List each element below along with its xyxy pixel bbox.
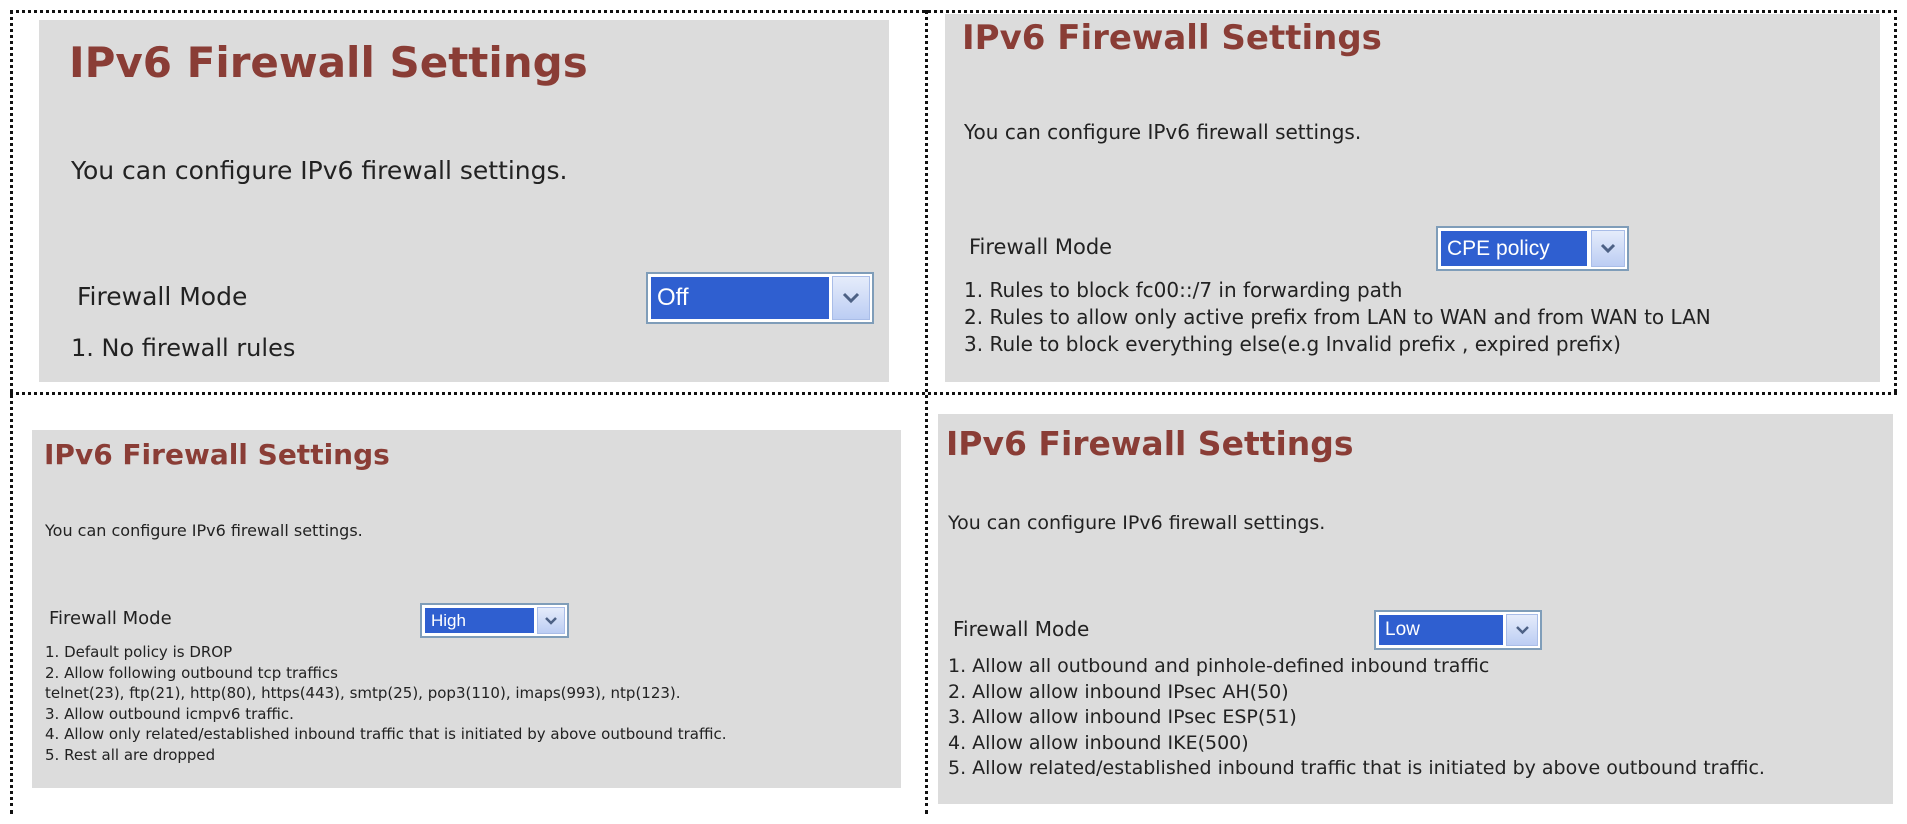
divider-middle (10, 392, 1897, 395)
firewall-mode-select[interactable]: Low (1374, 610, 1542, 650)
rule-line: telnet(23), ftp(21), http(80), https(443… (45, 684, 681, 702)
firewall-mode-label: Firewall Mode (969, 235, 1113, 259)
rule-line: 3. Allow outbound icmpv6 traffic. (45, 704, 294, 723)
firewall-rules: 1. Rules to block fc00::/7 in forwarding… (964, 277, 1711, 358)
firewall-mode-label: Firewall Mode (77, 282, 248, 311)
rule-line: 2. Allow following outbound tcp traffics (45, 663, 338, 682)
firewall-mode-value: Low (1379, 615, 1503, 645)
chevron-down-icon[interactable] (832, 276, 870, 320)
firewall-mode-value: CPE policy (1441, 231, 1587, 266)
rule-line: 5. Rest all are dropped (45, 745, 216, 764)
firewall-panel-off: IPv6 Firewall Settings You can configure… (39, 20, 889, 382)
firewall-mode-value: High (425, 608, 534, 633)
firewall-mode-select[interactable]: Off (646, 272, 874, 324)
rule-line: 2. Rules to allow only active prefix fro… (964, 305, 1711, 329)
firewall-mode-label: Firewall Mode (49, 608, 172, 629)
rule-line: 1. Allow all outbound and pinhole-define… (948, 655, 1490, 677)
firewall-rules: 1. Allow all outbound and pinhole-define… (948, 654, 1765, 782)
page-title: IPv6 Firewall Settings (946, 424, 1354, 463)
divider-top (10, 10, 1897, 13)
rule-line: 3. Allow allow inbound IPsec ESP(51) (948, 706, 1297, 728)
rule-line: 3. Rule to block everything else(e.g Inv… (964, 332, 1621, 356)
rule-line: 5. Allow related/established inbound tra… (948, 757, 1765, 779)
page-title: IPv6 Firewall Settings (69, 38, 588, 87)
divider-center (925, 10, 928, 814)
firewall-mode-select[interactable]: High (420, 603, 569, 638)
page-description: You can configure IPv6 firewall settings… (71, 156, 568, 185)
firewall-panel-high: IPv6 Firewall Settings You can configure… (32, 430, 901, 788)
firewall-panel-low: IPv6 Firewall Settings You can configure… (938, 414, 1893, 804)
divider-right (1894, 10, 1897, 392)
chevron-down-icon[interactable] (537, 607, 565, 634)
rule-line: 4. Allow allow inbound IKE(500) (948, 731, 1249, 754)
chevron-down-icon[interactable] (1506, 614, 1538, 646)
firewall-panel-cpe-policy: IPv6 Firewall Settings You can configure… (945, 14, 1880, 382)
divider-left (10, 10, 13, 814)
firewall-mode-value: Off (651, 277, 829, 319)
page-description: You can configure IPv6 firewall settings… (45, 521, 363, 540)
firewall-mode-select[interactable]: CPE policy (1436, 226, 1629, 271)
firewall-rules: 1. Default policy is DROP 2. Allow follo… (45, 642, 726, 765)
rule-line: 1. Default policy is DROP (45, 643, 233, 661)
page-description: You can configure IPv6 firewall settings… (948, 512, 1326, 534)
page-description: You can configure IPv6 firewall settings… (964, 120, 1362, 144)
firewall-mode-label: Firewall Mode (953, 617, 1090, 641)
firewall-rules: 1. No firewall rules (71, 333, 295, 363)
rule-line: 4. Allow only related/established inboun… (45, 725, 727, 743)
rule-line: 2. Allow allow inbound IPsec AH(50) (948, 680, 1289, 703)
page-title: IPv6 Firewall Settings (962, 18, 1382, 58)
page-title: IPv6 Firewall Settings (44, 438, 390, 471)
rule-line: 1. Rules to block fc00::/7 in forwarding… (964, 278, 1403, 302)
rule-line: 1. No firewall rules (71, 334, 296, 362)
chevron-down-icon[interactable] (1591, 230, 1625, 267)
